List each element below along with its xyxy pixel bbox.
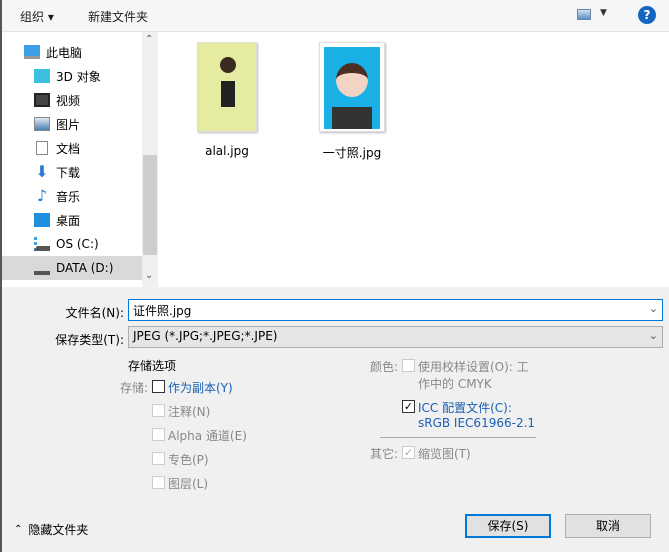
layers-label: 图层(L) (168, 477, 209, 491)
nav-music[interactable]: ♪ 音乐 (2, 184, 142, 208)
icc-profile-value: sRGB IEC61966-2.1 (418, 416, 536, 430)
file-list: alal.jpg 一寸照.jpg (158, 32, 669, 287)
thumbnail-label: 缩览图(T) (418, 447, 471, 461)
notes-checkbox (152, 404, 165, 417)
icc-profile-label[interactable]: ICC 配置文件(C): (418, 399, 512, 416)
toolbar: 组织 ▾ 新建文件夹 ▼ ? (2, 0, 669, 32)
color-label: 颜色: (370, 360, 399, 374)
document-icon (36, 141, 48, 155)
other-label: 其它: (370, 447, 399, 461)
file-thumbnail (319, 42, 385, 132)
drive-icon (34, 261, 50, 275)
desktop-icon (34, 213, 50, 227)
computer-icon (24, 45, 40, 59)
scroll-up-icon[interactable]: ⌃ (145, 34, 153, 45)
file-item[interactable]: 一寸照.jpg (312, 42, 392, 161)
save-options-title: 存储选项 (128, 359, 177, 373)
organize-button[interactable]: 组织 ▾ (20, 8, 54, 25)
cancel-button[interactable]: 取消 (565, 514, 651, 538)
save-label: 存储: (120, 381, 149, 395)
video-icon (34, 93, 50, 107)
nav-downloads[interactable]: ⬇ 下载 (2, 160, 142, 184)
divider (380, 437, 536, 438)
help-icon[interactable]: ? (638, 6, 656, 24)
hide-folders-button[interactable]: ⌃ 隐藏文件夹 (14, 521, 88, 538)
picture-icon (34, 117, 50, 131)
nav-videos[interactable]: 视频 (2, 88, 142, 112)
nav-3d-objects[interactable]: 3D 对象 (2, 64, 142, 88)
save-button[interactable]: 保存(S) (465, 514, 551, 538)
nav-documents[interactable]: 文档 (2, 136, 142, 160)
file-type-select[interactable]: JPEG (*.JPG;*.JPEG;*.JPE) ⌄ (128, 326, 663, 348)
music-icon: ♪ (36, 186, 48, 205)
alpha-label: Alpha 通道(E) (168, 429, 247, 443)
file-item[interactable]: alal.jpg (192, 42, 262, 158)
proof-setup-label-2: 作中的 CMYK (418, 377, 492, 391)
navigation-pane: 此电脑 3D 对象 视频 图片 文档 ⬇ 下载 ♪ 音乐 桌面 OS (C:) DA… (2, 32, 142, 287)
nav-drive-c[interactable]: OS (C:) (2, 232, 142, 256)
as-copy-checkbox[interactable] (152, 380, 165, 393)
nav-drive-d[interactable]: DATA (D:) (2, 256, 142, 280)
new-folder-button[interactable]: 新建文件夹 (88, 8, 148, 25)
nav-pictures[interactable]: 图片 (2, 112, 142, 136)
scrollbar-thumb[interactable] (143, 155, 157, 255)
download-icon: ⬇ (35, 162, 49, 181)
nav-desktop[interactable]: 桌面 (2, 208, 142, 232)
filename-input[interactable]: 证件照.jpg ⌄ (128, 299, 663, 321)
view-dropdown-icon[interactable]: ▼ (600, 8, 607, 18)
proof-setup-label: 使用校样设置(O): 工 (418, 360, 529, 374)
file-thumbnail (197, 42, 257, 132)
notes-label: 注释(N) (168, 405, 211, 419)
spot-label: 专色(P) (168, 453, 209, 467)
view-icon[interactable] (577, 9, 591, 20)
drive-icon (34, 237, 50, 251)
as-copy-label[interactable]: 作为副本(Y) (168, 379, 233, 396)
proof-setup-checkbox (402, 359, 415, 372)
filename-label: 文件名(N): (65, 306, 124, 320)
alpha-checkbox (152, 428, 165, 441)
scroll-down-icon[interactable]: ⌄ (145, 270, 153, 281)
layers-checkbox (152, 476, 165, 489)
thumbnail-checkbox: ✓ (402, 446, 415, 459)
chevron-down-icon[interactable]: ⌄ (649, 302, 658, 315)
cube-icon (34, 69, 50, 83)
chevron-up-icon: ⌃ (14, 524, 23, 535)
spot-checkbox (152, 452, 165, 465)
chevron-down-icon[interactable]: ⌄ (649, 329, 658, 342)
file-type-label: 保存类型(T): (55, 333, 124, 347)
nav-this-pc[interactable]: 此电脑 (2, 40, 142, 64)
icc-profile-checkbox[interactable]: ✓ (402, 400, 415, 413)
